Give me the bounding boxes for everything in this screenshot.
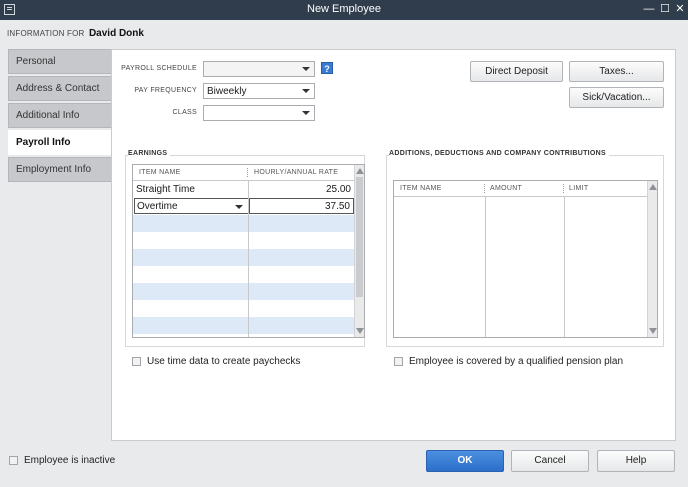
- class-select[interactable]: [203, 105, 315, 121]
- tab-label: Personal: [16, 56, 56, 67]
- table-row[interactable]: [133, 249, 355, 266]
- ok-button[interactable]: OK: [426, 450, 504, 472]
- earnings-item-select[interactable]: Overtime: [134, 198, 249, 214]
- column-divider: [564, 197, 565, 337]
- earnings-item-name: Straight Time: [136, 184, 195, 195]
- earnings-rate-input[interactable]: 37.50: [249, 198, 354, 214]
- scroll-down-icon[interactable]: [356, 328, 364, 334]
- chevron-down-icon: [302, 111, 310, 115]
- table-row[interactable]: [133, 317, 355, 334]
- section-tabs: Personal Address & Contact Additional In…: [8, 49, 112, 184]
- earnings-rate: 37.50: [324, 201, 350, 212]
- scroll-up-icon[interactable]: [356, 168, 364, 174]
- table-row[interactable]: Straight Time 25.00: [133, 181, 355, 198]
- scroll-down-icon[interactable]: [649, 328, 657, 334]
- column-separator: [484, 184, 485, 193]
- pension-plan-checkbox[interactable]: Employee is covered by a qualified pensi…: [394, 356, 623, 367]
- help-question-icon[interactable]: ?: [321, 62, 333, 74]
- employee-name: David Donk: [88, 28, 144, 39]
- class-label: CLASS: [172, 109, 197, 116]
- scroll-up-icon[interactable]: [649, 184, 657, 190]
- earnings-scrollbar[interactable]: [354, 165, 364, 337]
- pay-frequency-label: PAY FREQUENCY: [134, 87, 197, 94]
- table-row[interactable]: [133, 266, 355, 283]
- column-separator: [563, 184, 564, 193]
- information-for: INFORMATION FOR David Donk: [7, 28, 144, 39]
- earnings-title: EARNINGS: [128, 150, 171, 157]
- table-row[interactable]: [133, 232, 355, 249]
- title-bar: New Employee — ☐ ✕: [0, 0, 688, 20]
- direct-deposit-button[interactable]: Direct Deposit: [470, 61, 563, 82]
- checkbox-box[interactable]: [132, 357, 141, 366]
- tab-payroll-info[interactable]: Payroll Info: [8, 130, 112, 155]
- use-time-data-label: Use time data to create paychecks: [147, 356, 301, 367]
- earnings-rate: 25.00: [325, 184, 351, 195]
- sick-vacation-button[interactable]: Sick/Vacation...: [569, 87, 664, 108]
- tab-label: Employment Info: [16, 164, 92, 175]
- chevron-down-icon: [235, 205, 243, 209]
- help-button[interactable]: Help: [597, 450, 675, 472]
- earnings-table[interactable]: ITEM NAME HOURLY/ANNUAL RATE Straight Ti…: [132, 164, 365, 338]
- col-amount: AMOUNT: [490, 185, 523, 192]
- column-separator: [247, 168, 248, 177]
- deductions-title: ADDITIONS, DEDUCTIONS AND COMPANY CONTRI…: [389, 150, 609, 157]
- tab-label: Payroll Info: [16, 137, 71, 148]
- pay-frequency-select[interactable]: Biweekly: [203, 83, 315, 99]
- pension-plan-label: Employee is covered by a qualified pensi…: [409, 356, 624, 367]
- pay-frequency-value: Biweekly: [207, 86, 247, 97]
- scroll-thumb[interactable]: [356, 177, 363, 297]
- tab-address-contact[interactable]: Address & Contact: [8, 76, 112, 101]
- tab-personal[interactable]: Personal: [8, 49, 112, 74]
- cancel-button[interactable]: Cancel: [511, 450, 589, 472]
- col-rate: HOURLY/ANNUAL RATE: [254, 169, 339, 176]
- maximize-button[interactable]: ☐: [658, 2, 672, 16]
- table-row[interactable]: [133, 215, 355, 232]
- column-divider: [485, 197, 486, 337]
- chevron-down-icon: [302, 89, 310, 93]
- minimize-button[interactable]: —: [642, 2, 656, 16]
- column-divider: [248, 181, 249, 337]
- col-item-name: ITEM NAME: [139, 169, 181, 176]
- use-time-data-checkbox[interactable]: Use time data to create paychecks: [132, 356, 300, 367]
- window-title: New Employee: [307, 3, 381, 15]
- close-button[interactable]: ✕: [673, 2, 687, 16]
- chevron-down-icon: [302, 67, 310, 71]
- payroll-schedule-select[interactable]: [203, 61, 315, 77]
- taxes-button[interactable]: Taxes...: [569, 61, 664, 82]
- earnings-item-name: Overtime: [137, 201, 178, 212]
- employee-inactive-label: Employee is inactive: [24, 455, 116, 466]
- col-item-name: ITEM NAME: [400, 185, 442, 192]
- table-row[interactable]: Overtime 37.50: [133, 198, 355, 215]
- tab-label: Additional Info: [16, 110, 80, 121]
- tab-label: Address & Contact: [16, 83, 100, 94]
- table-row[interactable]: [133, 283, 355, 300]
- checkbox-box[interactable]: [394, 357, 403, 366]
- earnings-table-header: ITEM NAME HOURLY/ANNUAL RATE: [133, 165, 355, 181]
- checkbox-box[interactable]: [9, 456, 18, 465]
- payroll-schedule-label: PAYROLL SCHEDULE: [121, 65, 197, 72]
- deductions-table[interactable]: ITEM NAME AMOUNT LIMIT: [393, 180, 658, 338]
- col-limit: LIMIT: [569, 185, 589, 192]
- payroll-info-panel: PAYROLL SCHEDULE ? PAY FREQUENCY Biweekl…: [111, 49, 676, 441]
- tab-employment-info[interactable]: Employment Info: [8, 157, 112, 182]
- information-for-label: INFORMATION FOR: [7, 29, 85, 38]
- table-row[interactable]: [133, 300, 355, 317]
- deductions-scrollbar[interactable]: [647, 181, 657, 337]
- deductions-table-header: ITEM NAME AMOUNT LIMIT: [394, 181, 648, 197]
- employee-inactive-checkbox[interactable]: Employee is inactive: [9, 455, 115, 466]
- tab-additional-info[interactable]: Additional Info: [8, 103, 112, 128]
